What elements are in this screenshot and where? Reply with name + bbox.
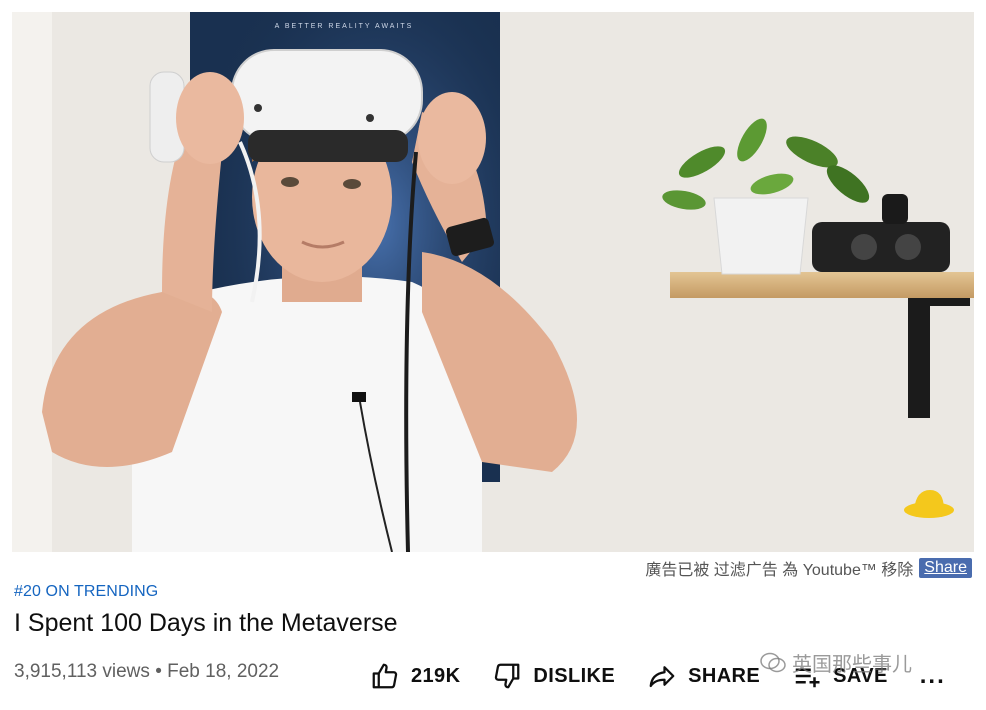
more-dots-icon: ... (919, 662, 946, 689)
like-button[interactable]: 219K (370, 661, 460, 691)
dislike-button[interactable]: DISLIKE (492, 661, 615, 691)
view-count: 3,915,113 views (14, 661, 150, 682)
publish-date: Feb 18, 2022 (167, 661, 280, 682)
save-label: SAVE (833, 664, 888, 687)
view-date-row: 3,915,113 views • Feb 18, 2022 (14, 661, 279, 683)
like-count: 219K (411, 664, 461, 687)
dislike-label: DISLIKE (533, 664, 616, 687)
share-button[interactable]: SHARE (647, 661, 760, 691)
thumbs-up-icon (372, 663, 398, 689)
video-title: I Spent 100 Days in the Metaverse (14, 609, 398, 637)
save-button[interactable]: SAVE (792, 661, 888, 691)
more-actions-button[interactable]: ... (920, 662, 946, 690)
video-frame: A BETTER REALITY AWAITS (12, 12, 974, 552)
action-bar: 219K DISLIKE SHARE SAVE ... (370, 656, 946, 696)
thumbs-down-icon (495, 663, 520, 689)
playlist-add-icon (795, 668, 820, 688)
poster-caption: A BETTER REALITY AWAITS (275, 23, 414, 30)
ad-share-link[interactable]: Share (919, 558, 972, 578)
trending-badge[interactable]: #20 ON TRENDING (14, 583, 158, 601)
separator-dot: • (155, 661, 162, 682)
ad-removed-notice: 廣告已被 过滤广告 為 Youtube™ 移除 Share (645, 556, 972, 580)
share-label: SHARE (688, 664, 761, 687)
share-arrow-icon (649, 666, 675, 688)
video-player[interactable]: A BETTER REALITY AWAITS (12, 12, 974, 552)
ad-removed-text: 廣告已被 过滤广告 為 Youtube™ 移除 (645, 562, 914, 579)
